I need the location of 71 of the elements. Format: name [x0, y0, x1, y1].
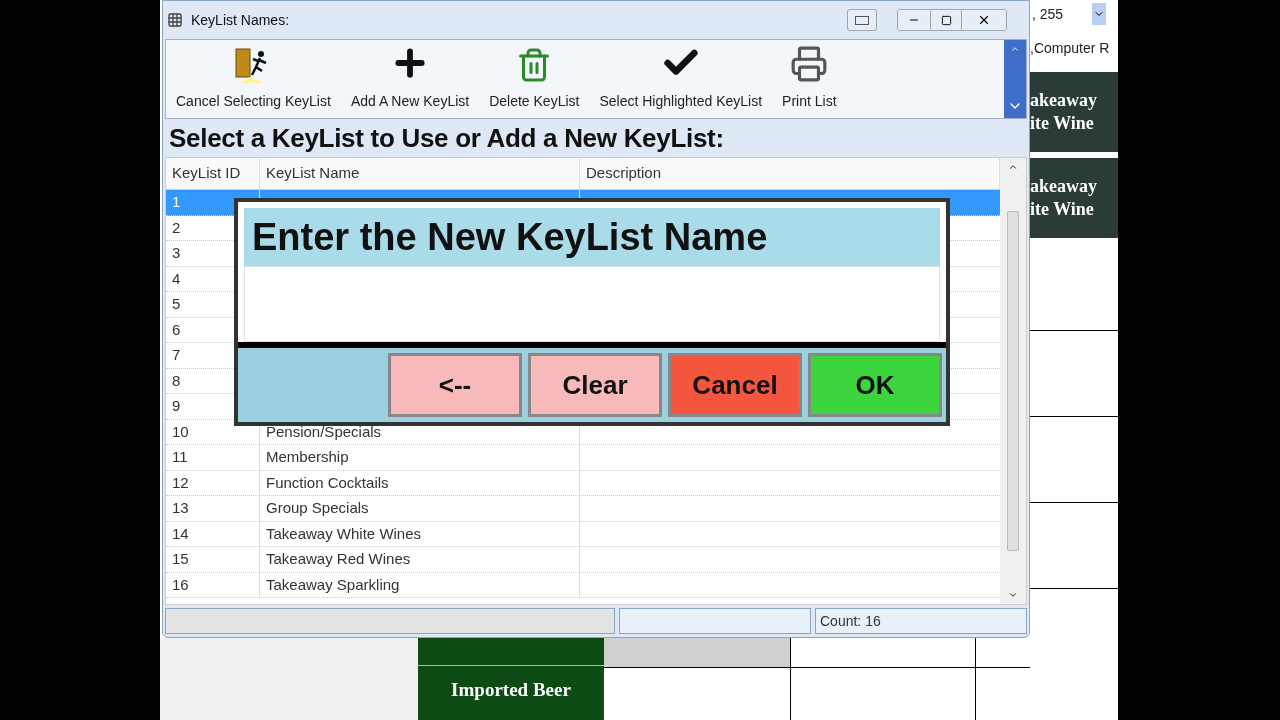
scroll-thumb[interactable]: [1007, 211, 1019, 551]
dark-tile[interactable]: akeaway ite Wine: [1030, 158, 1118, 238]
table-cell-text: 11: [172, 447, 188, 467]
table-cell-text: Takeaway Sparkling: [266, 574, 400, 595]
close-icon: [977, 13, 991, 27]
table-cell-text: 6: [172, 319, 181, 340]
dialog-title: Enter the New KeyList Name: [252, 214, 768, 260]
table-cell-text: 9: [172, 396, 181, 416]
dialog-button[interactable]: Cancel: [668, 353, 802, 417]
table-cell-text: 13: [172, 498, 189, 518]
table-cell-text: Takeaway Red Wines: [266, 549, 411, 569]
toolbar-overflow-button[interactable]: [1004, 40, 1026, 118]
dialog-button[interactable]: Clear: [528, 353, 662, 417]
dark-tile[interactable]: akeaway ite Wine: [1030, 72, 1118, 152]
toolbar-button[interactable]: Cancel Selecting KeyList: [176, 47, 331, 112]
table-cell-text: 15: [172, 549, 189, 569]
maximize-button[interactable]: [931, 9, 961, 31]
window-mode-button[interactable]: [847, 9, 877, 31]
dropdown-button[interactable]: [1092, 3, 1106, 25]
toolbar-button[interactable]: Select Highlighted KeyList: [599, 43, 763, 112]
table-cell-text: 8: [172, 370, 181, 391]
table-cell-text: Takeaway White Wines: [266, 523, 422, 544]
maximize-icon: [940, 14, 952, 26]
tile-label: akeaway: [1030, 89, 1098, 112]
table-cell-text: 7: [172, 345, 181, 365]
toolbar-button[interactable]: Delete KeyList: [489, 47, 580, 112]
dialog-button[interactable]: OK: [808, 353, 942, 417]
dialog-button[interactable]: <--: [388, 353, 522, 417]
table-cell-text: Function Cocktails: [266, 472, 389, 493]
table-cell-text: 1: [172, 192, 181, 212]
table-row[interactable]: 13 Group Specials: [166, 496, 1000, 522]
table-cell-text: Group Specials: [266, 498, 369, 518]
table-row[interactable]: 16 Takeaway Sparkling: [166, 572, 1000, 598]
table-cell-text: 10: [172, 421, 189, 442]
table-cell-text: 14: [172, 523, 189, 544]
count-label: Count: 16: [820, 611, 881, 631]
window-title: KeyList Names:: [191, 10, 290, 30]
computer-label: ,Computer R: [1030, 38, 1110, 58]
heading: Select a KeyList to Use or Add a New KeyList:: [168, 121, 724, 155]
table-cell-text: 5: [172, 294, 181, 314]
table-cell-text: 4: [172, 268, 181, 289]
table-cell-text: Membership: [266, 447, 349, 467]
vertical-scrollbar[interactable]: [1000, 158, 1026, 604]
printer-icon: [790, 45, 829, 83]
toolbar-button[interactable]: Add A New KeyList: [350, 43, 470, 112]
horizontal-scrollbar[interactable]: [165, 608, 615, 634]
tile-label: ite Wine: [1030, 112, 1095, 135]
table-row[interactable]: 11 Membership: [166, 445, 1000, 471]
column-header[interactable]: KeyList Name: [260, 158, 580, 189]
tile-label: ite Wine: [1030, 198, 1095, 221]
tile-label: Imported Beer: [451, 678, 571, 702]
tile-button[interactable]: [418, 638, 604, 666]
column-header[interactable]: KeyList ID: [166, 158, 260, 189]
tile-label: akeaway: [1030, 175, 1098, 198]
table-row[interactable]: 15 Takeaway Red Wines: [166, 547, 1000, 573]
scroll-down-icon: [1008, 590, 1018, 600]
tile-button[interactable]: Imported Beer: [418, 666, 604, 720]
table-cell-text: 16: [172, 574, 189, 595]
field-value: , 255: [1031, 4, 1065, 24]
table-cell-text: 12: [172, 472, 189, 493]
grid-icon: [167, 12, 183, 28]
table-row[interactable]: 12 Function Cocktails: [166, 470, 1000, 496]
window-mode-icon: [855, 15, 869, 25]
table-cell-text: Pension/Specials: [266, 421, 382, 442]
toolbar-button[interactable]: Print List: [782, 45, 837, 112]
table-cell-text: 3: [172, 243, 181, 263]
chevron-icon: [1010, 44, 1020, 54]
table-cell-text: 2: [172, 217, 181, 238]
table-row[interactable]: 14 Takeaway White Wines: [166, 521, 1000, 547]
name-input-field[interactable]: [244, 266, 940, 342]
scroll-up-icon: [1008, 162, 1018, 172]
